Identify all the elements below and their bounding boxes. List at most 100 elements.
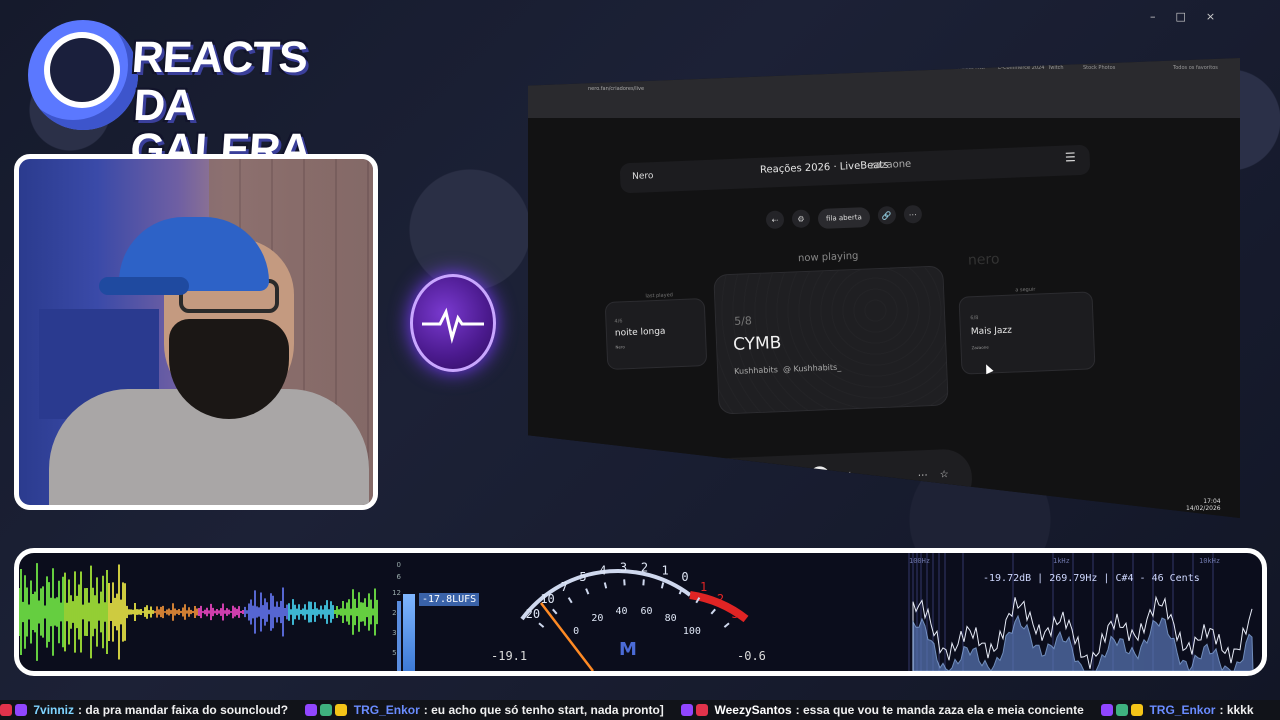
next-icon[interactable]: ⏭: [841, 469, 850, 480]
session-user: zazaone: [869, 158, 912, 172]
waveform: [19, 563, 378, 661]
astronaut-radio-icon: [28, 20, 138, 130]
browser-tab[interactable]: [Eni/Nero] nero: [542, 74, 588, 81]
menu-icon[interactable]: ☰: [1065, 150, 1076, 164]
previous-icon[interactable]: ⏮: [786, 471, 795, 482]
taskbar: Pesquisar: [528, 488, 1240, 514]
duration-time: 2:05: [876, 489, 888, 497]
chat-text: eu acho que só tenho start, nada pronto]: [431, 703, 664, 717]
star-icon[interactable]: ☆: [940, 469, 949, 480]
address-bar[interactable]: nero.fan/criadores/live: [588, 86, 644, 92]
progress-fill: [768, 495, 784, 499]
elapsed-time: 0:17: [752, 494, 764, 502]
sub-badge-icon: [1101, 704, 1114, 716]
vu-inner-label: 20: [591, 613, 603, 624]
vu-scale-label: 3: [620, 560, 627, 574]
queue-open-button[interactable]: fila aberta: [817, 206, 871, 230]
more-icon[interactable]: ⋯: [918, 470, 928, 481]
track-artist: Kushhabits @ Kushhabits_: [734, 362, 842, 376]
chat-text: kkkk: [1226, 703, 1254, 717]
vu-scale-label: 2: [717, 592, 724, 606]
artist-handle[interactable]: @ Kushhabits_: [783, 363, 842, 374]
vu-tick: [723, 622, 730, 628]
spectrum-marker: 100Hz: [909, 557, 931, 565]
nero-watermark: nero: [967, 251, 1000, 269]
browser-chrome: [Eni/Nero] nero nero.fan/criadores/live …: [528, 58, 1240, 118]
bookmark-all[interactable]: Todos os favoritos: [1173, 65, 1218, 71]
chat-message: WeezySantos: essa que vou te manda zaza …: [681, 700, 1084, 720]
webcam-feed: [14, 154, 378, 510]
chat-username[interactable]: TRG_Enkor: [354, 703, 420, 717]
gear-icon[interactable]: ⚙: [791, 209, 811, 229]
last-played-label: last played: [645, 292, 674, 300]
vu-mode: M: [619, 639, 637, 660]
nero-app: Nero Reações 2026 · LiveBeats zazaone ☰ …: [528, 118, 1240, 518]
spectrum-line-avg: [912, 614, 1254, 671]
logo-line-1: REACTS: [130, 33, 309, 82]
vu-scale-label: 0: [681, 570, 688, 584]
lufs-readout: -17.8LUFS: [419, 593, 480, 606]
vu-left-value: -19.1: [491, 649, 528, 663]
app-header: Nero Reações 2026 · LiveBeats zazaone ☰: [619, 144, 1091, 194]
vu-scale-label: 2: [641, 560, 648, 574]
next-label: a seguir: [1015, 286, 1036, 294]
pulse-orb-icon: [410, 274, 496, 372]
lufs-bar-left: [397, 601, 401, 671]
more-icon[interactable]: ⋯: [903, 204, 923, 224]
last-played-card[interactable]: last played 4/6 noite longa Nero: [604, 292, 708, 370]
next-track-card[interactable]: a seguir 6/8 Mais Jazz Zazaone: [958, 287, 1096, 375]
vu-scale-label: 20: [526, 607, 540, 621]
lufs-tick: 12: [392, 589, 401, 597]
bookmark-ecommerce[interactable]: E-Commerce 2024: [998, 65, 1044, 71]
vu-scale-label: 7: [561, 580, 568, 594]
vu-tick: [567, 597, 573, 604]
chat-username[interactable]: 7vinniz: [33, 703, 74, 717]
stream-overlay: REACTS DA GALERA – □ × [Eni/Nero] nero n…: [0, 0, 1280, 720]
vu-inner-label: 60: [641, 606, 653, 617]
heart-badge-icon: [0, 704, 12, 716]
lufs-bar-right: [403, 594, 415, 671]
heartbeat-icon: [422, 307, 484, 344]
spectrum-marker: 10kHz: [1199, 557, 1221, 565]
minimize-icon[interactable]: –: [1150, 10, 1156, 23]
track-name: CYMB: [732, 333, 782, 355]
chat-text: essa que vou te manda zaza ela e meia co…: [802, 703, 1084, 717]
vu-tick: [585, 588, 590, 595]
maximize-icon[interactable]: □: [1176, 10, 1186, 23]
track-name: Mais Jazz: [970, 325, 1013, 338]
chat-message: TRG_Enkor: eu acho que só tenho start, n…: [305, 700, 664, 720]
track-position: 4/6: [614, 318, 623, 325]
vu-inner-label: 100: [683, 626, 701, 637]
bookmark-hades[interactable]: Hades MKT: [958, 65, 986, 71]
track-position: 5/8: [733, 314, 753, 328]
sub-badge-icon: [681, 704, 694, 716]
progress-bar[interactable]: [768, 492, 869, 499]
pause-button[interactable]: ⏸: [809, 465, 831, 487]
vu-tick: [603, 582, 608, 589]
chat-username[interactable]: WeezySantos: [715, 703, 792, 717]
bits-badge-icon: [696, 704, 709, 716]
session-toolbar: ⇠ ⚙ fila aberta 🔗 ⋯: [765, 204, 923, 231]
lufs-tick: 6: [396, 573, 401, 581]
link-icon[interactable]: 🔗: [877, 205, 897, 225]
mod-badge-icon: [1116, 704, 1129, 716]
close-icon[interactable]: ×: [1206, 10, 1215, 23]
bookmark-twitch[interactable]: Twitch: [1048, 65, 1064, 71]
spectrum-analyzer: [908, 553, 1254, 671]
audio-meters-panel: 0 6 12 24 36 50 -17.8LUFS 20107543210123…: [14, 548, 1267, 676]
chat-username[interactable]: TRG_Enkor: [1149, 703, 1215, 717]
back-icon[interactable]: ⇠: [765, 210, 785, 230]
vu-needle: [540, 602, 594, 671]
bookmark-stock[interactable]: Stock Photos: [1083, 65, 1115, 71]
window-controls[interactable]: – □ ×: [1150, 10, 1215, 23]
mod-badge-icon: [320, 704, 333, 716]
now-playing-card[interactable]: 5/8 CYMB Kushhabits @ Kushhabits_: [713, 265, 949, 415]
taskbar-search[interactable]: Pesquisar: [531, 500, 593, 514]
app-brand[interactable]: Nero: [632, 171, 654, 182]
bookmark-mixer[interactable]: Mixer: [928, 65, 942, 71]
clock-time: 17:04: [1203, 498, 1221, 505]
vu-inner-label: 40: [615, 606, 627, 617]
volume-icon[interactable]: 🔈: [702, 477, 715, 488]
vu-scale-label: 4: [599, 564, 606, 578]
vip-badge-icon: [1131, 704, 1144, 716]
